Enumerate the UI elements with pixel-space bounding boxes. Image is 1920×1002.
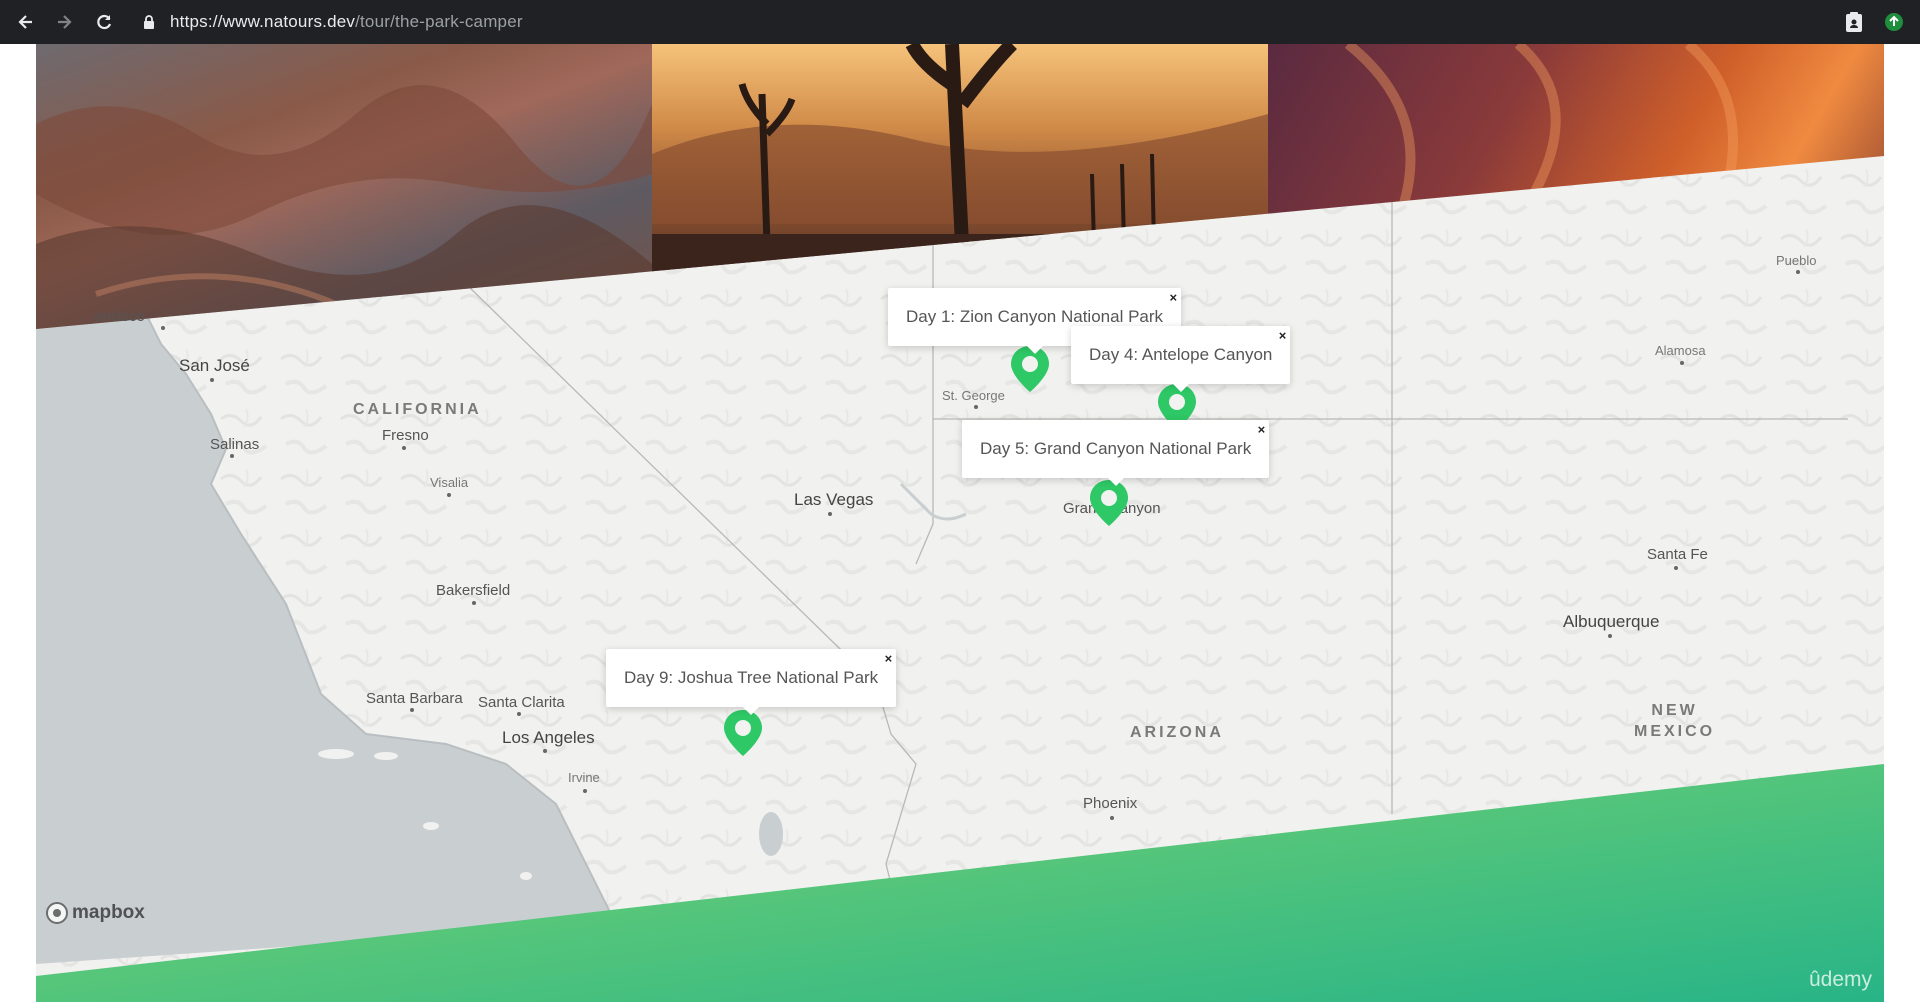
page-content: ancisco San José Salinas Fresno Visalia … [36, 44, 1884, 1002]
popup-close-button[interactable]: × [1279, 328, 1287, 343]
popup-close-button[interactable]: × [885, 651, 893, 666]
city-dot [447, 493, 451, 497]
city-dot [974, 405, 978, 409]
city-dot [1110, 816, 1114, 820]
clipboard-extension-icon[interactable] [1845, 11, 1863, 38]
reload-button[interactable] [90, 8, 118, 36]
city-las-vegas: Las Vegas [794, 490, 874, 509]
city-dot [1796, 270, 1800, 274]
city-dot [1680, 361, 1684, 365]
forward-button[interactable] [50, 8, 78, 36]
popup-text: Day 5: Grand Canyon National Park [980, 439, 1252, 458]
state-arizona: ARIZONA [1130, 724, 1224, 741]
city-phoenix: Phoenix [1083, 795, 1138, 812]
city-dot [210, 378, 214, 382]
page-margin-left [0, 44, 36, 1002]
back-arrow-icon [18, 15, 32, 29]
udemy-watermark: ûdemy [1808, 968, 1872, 991]
reload-icon [97, 14, 112, 30]
city-dot [1608, 634, 1612, 638]
city-irvine: Irvine [568, 770, 600, 785]
marker-grand-canyon-icon[interactable] [1089, 480, 1129, 526]
popup-text: Day 9: Joshua Tree National Park [624, 668, 879, 687]
popup-day-4: Day 4: Antelope Canyon × [1071, 326, 1291, 392]
popup-close-button[interactable]: × [1258, 422, 1266, 437]
state-california: CALIFORNIA [353, 401, 482, 418]
city-dot [1674, 566, 1678, 570]
city-fresno: Fresno [382, 427, 429, 444]
city-pueblo: Pueblo [1776, 253, 1817, 268]
city-dot [402, 446, 406, 450]
city-dot [472, 601, 476, 605]
state-new-mexico: NEW MEXICO [1634, 700, 1715, 742]
city-alamosa: Alamosa [1655, 343, 1706, 358]
marker-joshua-tree-icon[interactable] [723, 710, 763, 756]
state-new-mexico-line1: NEW [1651, 702, 1698, 719]
city-dot [543, 749, 547, 753]
city-san-jose: San José [179, 356, 250, 375]
popup-day-5: Day 5: Grand Canyon National Park × [962, 420, 1270, 486]
back-button[interactable] [12, 8, 40, 36]
city-dot [517, 712, 521, 716]
city-dot [230, 454, 234, 458]
mapbox-logo-icon [46, 902, 68, 924]
city-dot [583, 789, 587, 793]
popup-close-button[interactable]: × [1169, 290, 1177, 305]
city-albuquerque: Albuquerque [1563, 612, 1660, 631]
city-santa-fe: Santa Fe [1647, 546, 1708, 563]
browser-toolbar: https://www.natours.dev/tour/the-park-ca… [0, 0, 1920, 44]
city-dot [410, 708, 414, 712]
city-bakersfield: Bakersfield [436, 582, 511, 599]
popup-text: Day 4: Antelope Canyon [1089, 345, 1273, 364]
popup-day-9: Day 9: Joshua Tree National Park × [606, 649, 897, 715]
mapbox-attribution[interactable]: mapbox [46, 902, 145, 924]
city-dot [828, 512, 832, 516]
city-santa-barbara: Santa Barbara [366, 690, 463, 707]
city-st-george: St. George [942, 388, 1005, 403]
forward-arrow-icon [58, 15, 72, 29]
url-path: /tour/the-park-camper [355, 12, 523, 31]
mapbox-label: mapbox [72, 902, 145, 923]
address-bar[interactable]: https://www.natours.dev/tour/the-park-ca… [170, 9, 523, 35]
state-new-mexico-line2: MEXICO [1634, 723, 1716, 740]
city-san-francisco: ancisco [94, 308, 145, 325]
city-dot [161, 326, 165, 330]
url-host: https://www.natours.dev [170, 12, 356, 31]
lock-icon [144, 15, 154, 29]
city-visalia: Visalia [430, 475, 469, 490]
page-margin-right [1884, 44, 1920, 1002]
city-los-angeles: Los Angeles [502, 728, 595, 747]
popup-text: Day 1: Zion Canyon National Park [906, 307, 1164, 326]
city-salinas: Salinas [210, 436, 260, 453]
city-santa-clarita: Santa Clarita [478, 694, 565, 711]
update-icon[interactable] [1884, 12, 1904, 37]
